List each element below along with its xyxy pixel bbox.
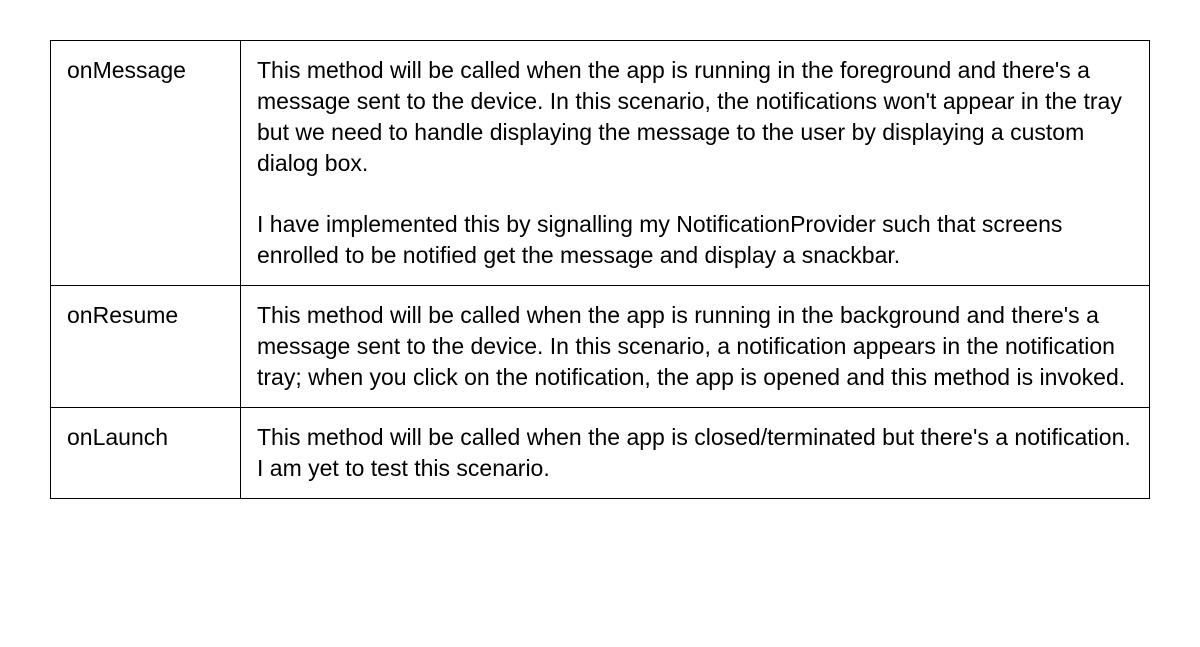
table-row: onLaunch This method will be called when… bbox=[51, 408, 1150, 499]
desc-paragraph: This method will be called when the app … bbox=[257, 55, 1133, 179]
method-name-cell: onResume bbox=[51, 286, 241, 408]
table-row: onMessage This method will be called whe… bbox=[51, 41, 1150, 286]
method-desc-cell: This method will be called when the app … bbox=[241, 408, 1150, 499]
method-name-cell: onLaunch bbox=[51, 408, 241, 499]
paragraph-gap bbox=[257, 179, 1133, 209]
method-desc-cell: This method will be called when the app … bbox=[241, 286, 1150, 408]
desc-paragraph: This method will be called when the app … bbox=[257, 300, 1133, 393]
methods-table: onMessage This method will be called whe… bbox=[50, 40, 1150, 499]
table-row: onResume This method will be called when… bbox=[51, 286, 1150, 408]
method-name-cell: onMessage bbox=[51, 41, 241, 286]
desc-paragraph: I have implemented this by signalling my… bbox=[257, 209, 1133, 271]
method-desc-cell: This method will be called when the app … bbox=[241, 41, 1150, 286]
desc-paragraph: This method will be called when the app … bbox=[257, 422, 1133, 484]
